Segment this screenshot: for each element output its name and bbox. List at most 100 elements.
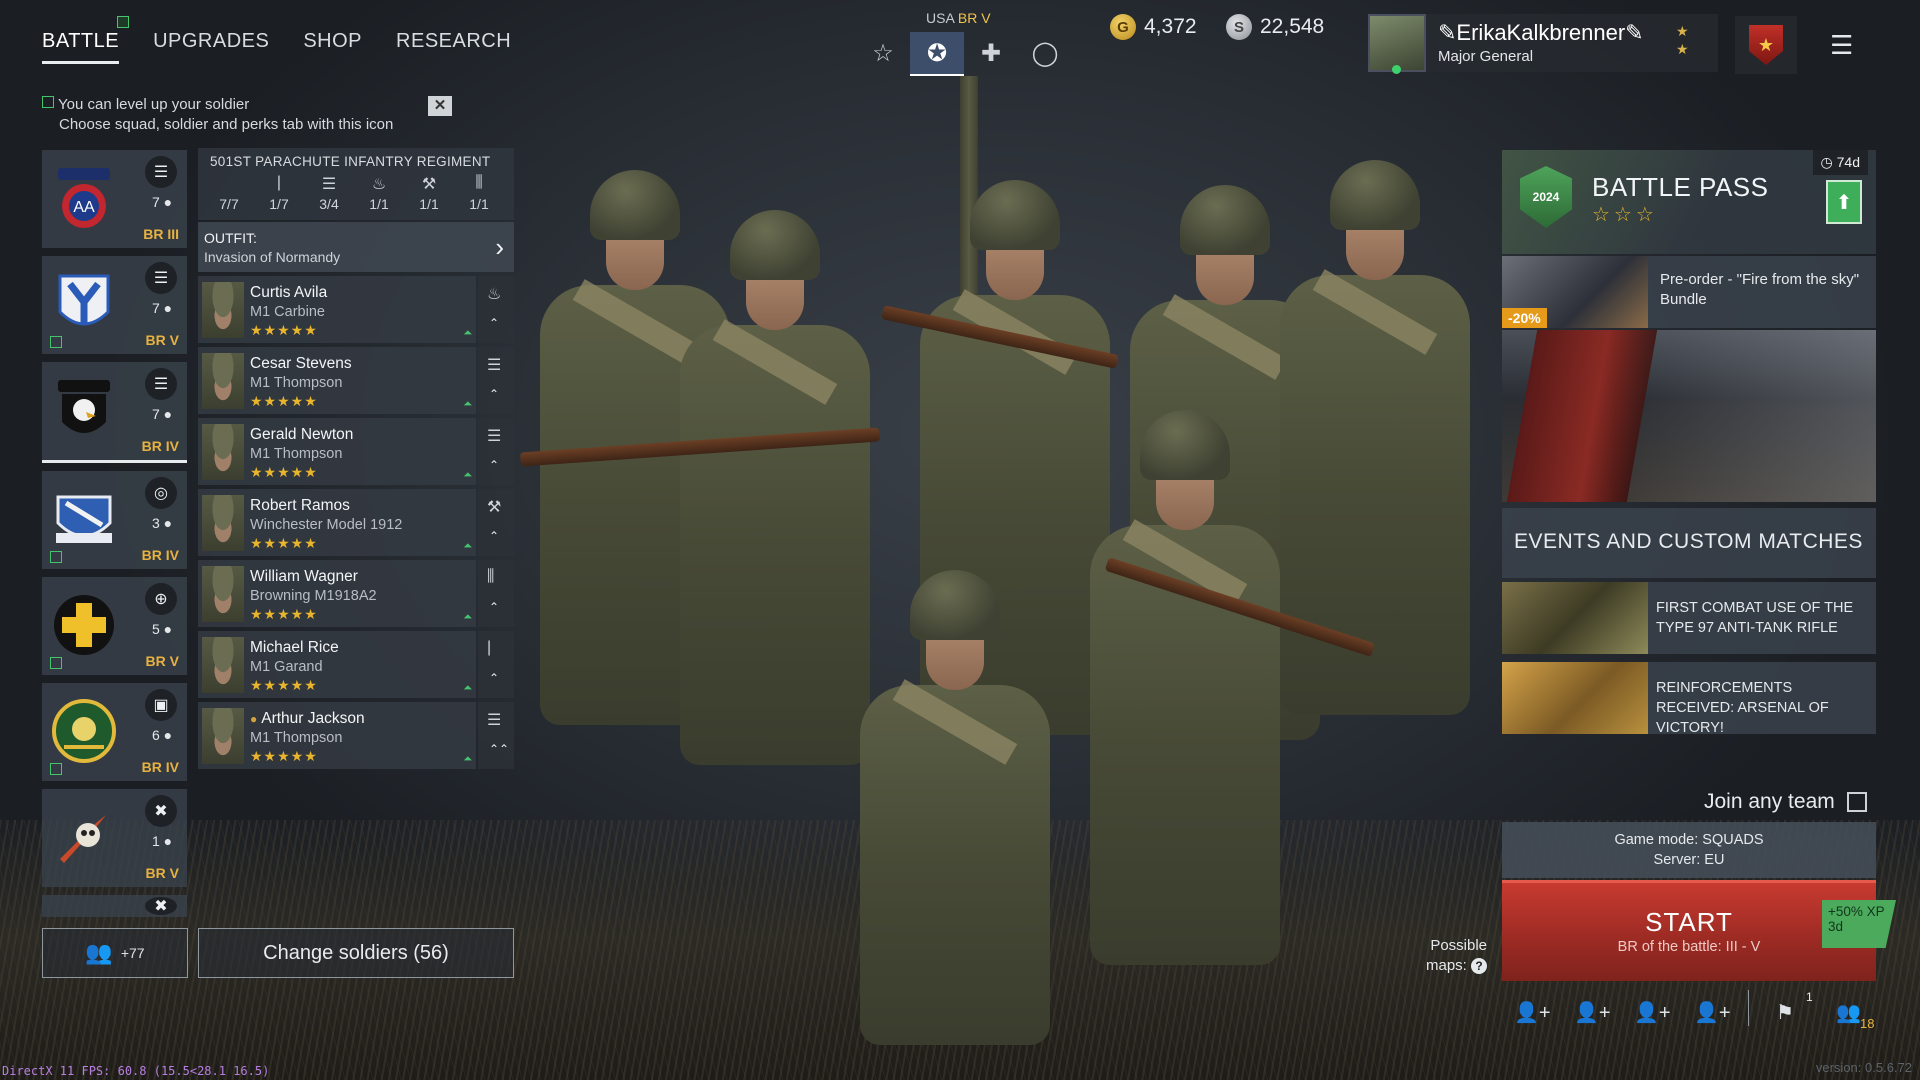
circle-icon[interactable]: ◯ bbox=[1018, 32, 1072, 74]
lock-person-icon bbox=[204, 174, 254, 196]
flag-icon[interactable]: ⚑ bbox=[1776, 1000, 1794, 1025]
help-icon[interactable]: ? bbox=[1471, 958, 1488, 974]
star-outline-icon[interactable]: ☆ bbox=[856, 32, 910, 74]
reserve-button[interactable]: 👥 +77 bbox=[42, 928, 188, 978]
reserve-count: +77 bbox=[120, 945, 145, 961]
gold-currency[interactable]: G 4,372 bbox=[1110, 14, 1197, 40]
xp-boost-badge: +50% XP 3d bbox=[1822, 900, 1896, 948]
silver-coin-icon: S bbox=[1226, 14, 1252, 40]
game-mode-info[interactable]: Game mode: SQUADS Server: EU bbox=[1502, 822, 1876, 878]
add-friend-icon[interactable]: 👤+ bbox=[1634, 1000, 1671, 1025]
soldier-row[interactable]: Cesar Stevens M1 Thompson ★★★★★ ⏶ ☰ ⌃ bbox=[198, 347, 514, 414]
close-icon[interactable]: ✕ bbox=[428, 96, 452, 116]
battle-pass-card[interactable]: 2024 BATTLE PASS ☆☆☆ ◷ 74d ⬆ bbox=[1502, 150, 1876, 254]
soldier-name: Robert Ramos bbox=[250, 497, 350, 514]
game-mode-label: Game mode: SQUADS bbox=[1614, 832, 1764, 848]
battle-pass-timer: ◷ 74d bbox=[1812, 150, 1868, 175]
soldier-name: ● Arthur Jackson bbox=[250, 710, 365, 727]
gold-coin-icon: G bbox=[1110, 14, 1136, 40]
soldier-weapon: M1 Thompson bbox=[250, 375, 343, 391]
soldier-name: Cesar Stevens bbox=[250, 355, 352, 372]
arrow-up-icon: ⬆ bbox=[1826, 180, 1862, 224]
rank-chevron-icon: ⌃ bbox=[489, 600, 500, 614]
squad-stat: ♨ 1/1 bbox=[354, 174, 404, 212]
possible-maps[interactable]: Possible maps: ? bbox=[1426, 936, 1488, 976]
soldier-stars: ★★★★★ bbox=[250, 606, 318, 622]
soldier-weapon: M1 Garand bbox=[250, 659, 323, 675]
cross-icon[interactable]: ✚ bbox=[964, 32, 1018, 74]
hamburger-menu-icon[interactable]: ☰ bbox=[1830, 30, 1853, 61]
player-profile[interactable]: ✎ErikaKalkbrenner✎ Major General ★ ★ bbox=[1368, 14, 1718, 74]
tab-upgrades[interactable]: UPGRADES bbox=[153, 30, 269, 64]
add-friend-icon[interactable]: 👤+ bbox=[1514, 1000, 1551, 1025]
list-icon: ☰ bbox=[487, 712, 502, 729]
squad-stat: ⚒ 1/1 bbox=[404, 174, 454, 212]
join-any-team-label: Join any team bbox=[1704, 790, 1835, 813]
soldier-row[interactable]: William Wagner Browning M1918A2 ★★★★★ ⏶ … bbox=[198, 560, 514, 627]
outfit-label: OUTFIT: bbox=[204, 230, 257, 246]
list-icon: ☰ bbox=[487, 428, 502, 445]
event-title: FIRST COMBAT USE OF THE TYPE 97 ANTI-TAN… bbox=[1656, 600, 1854, 636]
promo-banner-image[interactable] bbox=[1502, 330, 1876, 502]
rank-stars-icon: ★ ★ bbox=[1676, 23, 1689, 57]
soldier-row[interactable]: Michael Rice M1 Garand ★★★★★ ⏶ | ⌃ bbox=[198, 631, 514, 698]
add-friend-icon[interactable]: 👤+ bbox=[1694, 1000, 1731, 1025]
vehicle-icon: ▣ bbox=[145, 689, 177, 721]
online-status-icon bbox=[1392, 65, 1401, 74]
join-any-team-toggle[interactable]: Join any team bbox=[1704, 790, 1867, 814]
squad-stat: | 1/7 bbox=[254, 174, 304, 212]
events-header[interactable]: EVENTS AND CUSTOM MATCHES bbox=[1502, 508, 1876, 578]
ammo-icon: ⫼ bbox=[487, 568, 495, 585]
tab-battle[interactable]: BATTLE bbox=[42, 16, 130, 64]
gold-amount: 4,372 bbox=[1144, 15, 1197, 38]
squad-card[interactable]: ✖ 1 ● BR V bbox=[42, 789, 187, 887]
add-friend-icon[interactable]: 👤+ bbox=[1574, 1000, 1611, 1025]
rocket-skull-icon bbox=[60, 815, 106, 863]
event-card[interactable]: FIRST COMBAT USE OF THE TYPE 97 ANTI-TAN… bbox=[1502, 582, 1876, 654]
silver-currency[interactable]: S 22,548 bbox=[1226, 14, 1324, 40]
squad-card[interactable]: ◎ 3 ● BR IV bbox=[42, 471, 187, 569]
soldier-row[interactable]: Curtis Avila M1 Carbine ★★★★★ ⏶ ♨ ⌃ bbox=[198, 276, 514, 343]
tab-research[interactable]: RESEARCH bbox=[396, 30, 511, 64]
nation-br-label: BR V bbox=[957, 10, 991, 26]
upgrade-arrow-icon: ⏶ bbox=[463, 398, 472, 410]
squad-br: BR IV bbox=[141, 759, 179, 775]
list-icon: ☰ bbox=[487, 357, 502, 374]
preorder-bundle-card[interactable]: -20% Pre-order - "Fire from the sky" Bun… bbox=[1502, 256, 1876, 328]
tab-shop[interactable]: SHOP bbox=[303, 30, 362, 64]
soldier-row[interactable]: Gerald Newton M1 Thompson ★★★★★ ⏶ ☰ ⌃ bbox=[198, 418, 514, 485]
rank-shield-icon: ★ bbox=[1749, 25, 1783, 65]
upgrade-arrow-icon: ⏶ bbox=[463, 611, 472, 623]
squad-stat: ⫼ 1/1 bbox=[454, 174, 504, 212]
squad-header: 501ST PARACHUTE INFANTRY REGIMENT 7/7 | 1… bbox=[198, 148, 514, 220]
squad-card[interactable]: ☰ 7 ● BR V bbox=[42, 256, 187, 354]
battle-pass-stars: ☆☆☆ bbox=[1592, 204, 1658, 226]
squad-card[interactable]: ⊕ 5 ● BR V bbox=[42, 577, 187, 675]
start-button[interactable]: START BR of the battle: III - V bbox=[1502, 880, 1876, 981]
clock-icon: ◷ bbox=[1820, 154, 1833, 170]
squad-card[interactable]: ☰ 7 ● BR IV bbox=[42, 362, 187, 463]
soldier-row[interactable]: ● Arthur Jackson M1 Thompson ★★★★★ ⏶ ☰ ⌃⌃ bbox=[198, 702, 514, 769]
squad-card-partial[interactable]: ✖ bbox=[42, 895, 187, 917]
divider bbox=[1748, 990, 1749, 1026]
squad-stat: 7/7 bbox=[204, 174, 254, 212]
silver-amount: 22,548 bbox=[1260, 15, 1325, 38]
checkbox[interactable] bbox=[1846, 792, 1867, 812]
squad-card[interactable]: ▣ 6 ● BR IV bbox=[42, 683, 187, 781]
outfit-selector[interactable]: OUTFIT: Invasion of Normandy › bbox=[198, 222, 514, 272]
soldier-portrait bbox=[202, 353, 244, 409]
soldier-stars: ★★★★★ bbox=[250, 322, 318, 338]
change-soldiers-button[interactable]: Change soldiers (56) bbox=[198, 928, 514, 978]
event-title: REINFORCEMENTS RECEIVED: ARSENAL OF VICT… bbox=[1656, 680, 1829, 736]
rank-badge[interactable]: ★ bbox=[1735, 16, 1797, 74]
soldier-row[interactable]: Robert Ramos Winchester Model 1912 ★★★★★… bbox=[198, 489, 514, 556]
squad-panel: 501ST PARACHUTE INFANTRY REGIMENT 7/7 | 1… bbox=[198, 148, 514, 769]
squad-card[interactable]: AA ☰ 7 ● BR III bbox=[42, 150, 187, 248]
friends-list-icon[interactable]: 👥 bbox=[1836, 1000, 1861, 1025]
soldier-portrait bbox=[202, 282, 244, 338]
star-badge-icon[interactable]: ✪ bbox=[910, 32, 964, 76]
squads-list: AA ☰ 7 ● BR III ☰ 7 ● BR V ☰ 7 ● BR IV ◎… bbox=[42, 150, 187, 925]
event-card[interactable]: REINFORCEMENTS RECEIVED: ARSENAL OF VICT… bbox=[1502, 662, 1876, 736]
squad-br: BR V bbox=[145, 865, 179, 881]
wrench-icon: ⚒ bbox=[421, 176, 437, 193]
